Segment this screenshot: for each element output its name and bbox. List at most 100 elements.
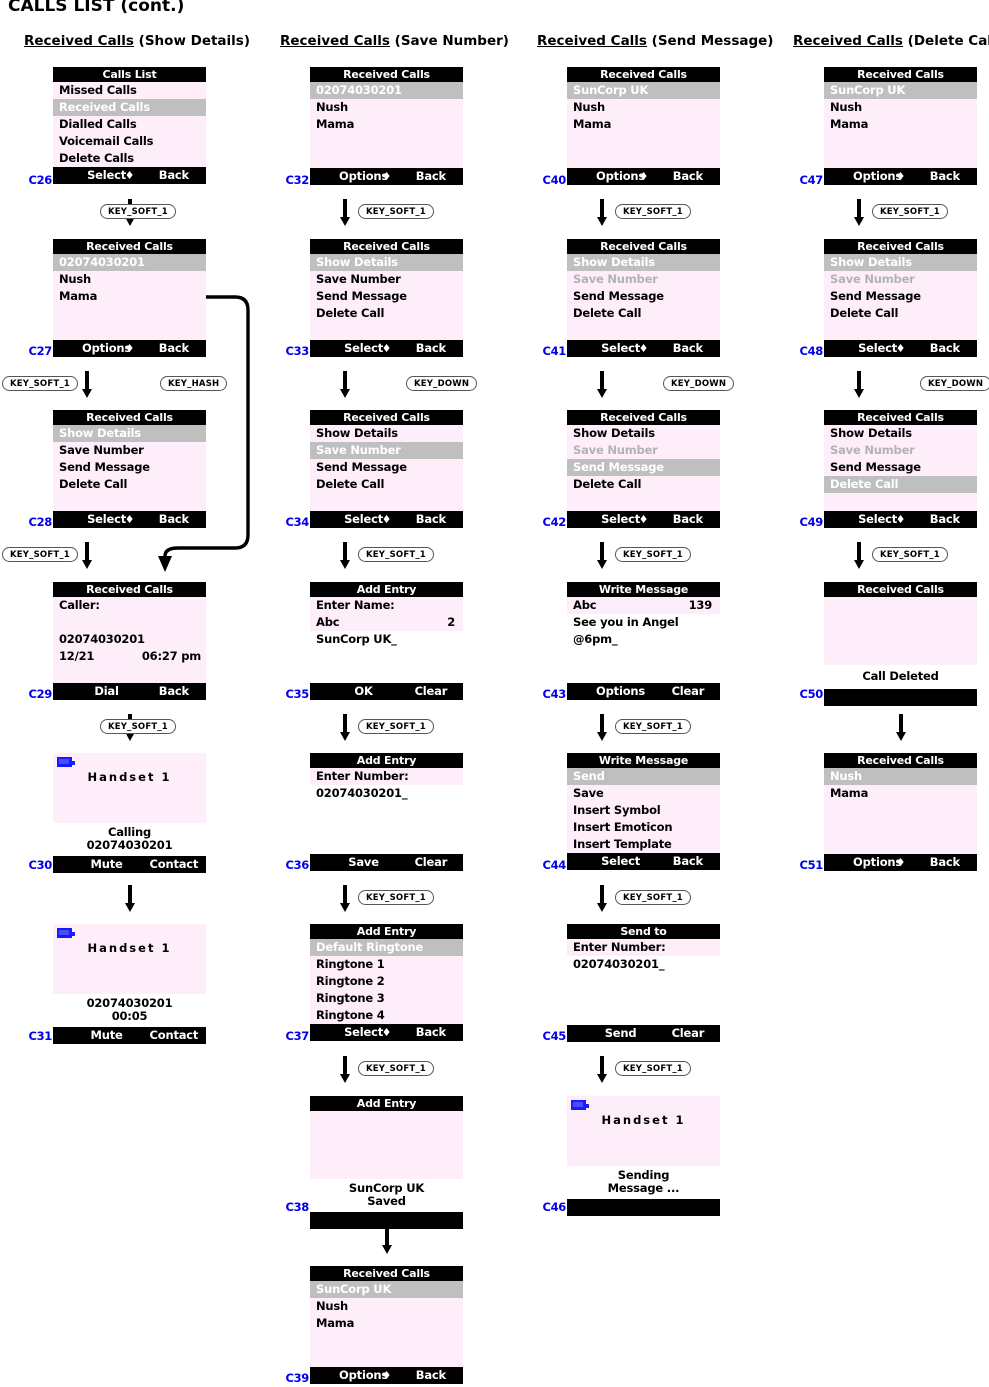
list-item[interactable]: Send Message xyxy=(567,288,720,305)
screen-title: Received Calls xyxy=(310,239,463,254)
screen-code-c36: C36 xyxy=(285,858,309,872)
spacer-row xyxy=(310,802,463,819)
handset-text: Handset xyxy=(87,941,156,955)
screen-title: Received Calls xyxy=(824,67,977,82)
softkey-right[interactable]: Back xyxy=(399,168,463,185)
scroll-diamond-icon: ♦ xyxy=(895,513,906,526)
list-item[interactable]: Delete Call xyxy=(567,476,720,493)
softkey-right[interactable]: Back xyxy=(913,168,977,185)
list-item[interactable]: 02074030201 xyxy=(310,82,463,99)
softkey-right[interactable]: Back xyxy=(142,683,206,700)
list-item[interactable]: Show Details xyxy=(310,254,463,271)
softkey-right[interactable]: Contact xyxy=(142,856,206,873)
list-item[interactable]: Ringtone 2 xyxy=(310,973,463,990)
softkey-right[interactable]: Back xyxy=(913,854,977,871)
list-item[interactable]: Delete Call xyxy=(567,305,720,322)
list-item[interactable]: Send xyxy=(567,768,720,785)
softkey-bar: Send Clear xyxy=(567,1025,720,1042)
list-item[interactable]: Show Details xyxy=(824,254,977,271)
softkey-right[interactable]: Clear xyxy=(656,683,720,700)
screen-code-c38: C38 xyxy=(285,1200,309,1214)
list-item[interactable]: Send Message xyxy=(310,288,463,305)
softkey-right[interactable]: Contact xyxy=(142,1027,206,1044)
screen-c30: Handset 1 Calling 02074030201 Mute Conta… xyxy=(53,753,206,873)
softkey-right[interactable]: Back xyxy=(399,511,463,528)
status-notice: Calling 02074030201 xyxy=(53,823,206,856)
list-item[interactable]: Delete Call xyxy=(824,476,977,493)
softkey-right[interactable]: Clear xyxy=(656,1025,720,1042)
list-item[interactable]: Delete Call xyxy=(310,305,463,322)
list-item[interactable]: Send Message xyxy=(310,459,463,476)
list-item[interactable]: Default Ringtone xyxy=(310,939,463,956)
list-item[interactable]: Save xyxy=(567,785,720,802)
screen-title: Received Calls xyxy=(824,239,977,254)
softkey-right[interactable]: Back xyxy=(656,168,720,185)
list-item[interactable]: Ringtone 1 xyxy=(310,956,463,973)
list-item[interactable]: SunCorp UK xyxy=(310,1281,463,1298)
input-mode-row: Abc 2 xyxy=(310,614,463,631)
number-field[interactable]: 02074030201_ xyxy=(567,956,720,973)
list-item[interactable]: Nush xyxy=(824,99,977,116)
list-item[interactable]: Nush xyxy=(310,99,463,116)
list-item[interactable]: Mama xyxy=(310,1315,463,1332)
list-item[interactable]: Save Number xyxy=(310,442,463,459)
list-item[interactable]: Show Details xyxy=(310,425,463,442)
softkey-right[interactable]: Back xyxy=(656,853,720,870)
softkey-bar: Select ♦ Back xyxy=(310,1024,463,1041)
list-item[interactable]: Delete Call xyxy=(824,305,977,322)
softkey-bar: Mute Contact xyxy=(53,856,206,873)
list-item[interactable]: Mama xyxy=(567,116,720,133)
screen-title: Add Entry xyxy=(310,753,463,768)
softkey-right[interactable]: Back xyxy=(656,340,720,357)
list-item[interactable]: Mama xyxy=(824,785,977,802)
list-item[interactable]: Show Details xyxy=(824,425,977,442)
message-line-2[interactable]: @6pm_ xyxy=(567,631,720,648)
list-item[interactable]: Show Details xyxy=(567,254,720,271)
spacer-row xyxy=(310,648,463,665)
list-item[interactable]: Insert Symbol xyxy=(567,802,720,819)
list-item[interactable]: Nush xyxy=(824,768,977,785)
list-item[interactable]: Nush xyxy=(567,99,720,116)
softkey-right[interactable]: Back xyxy=(399,340,463,357)
list-item[interactable]: Mama xyxy=(824,116,977,133)
scroll-diamond-icon: ♦ xyxy=(381,1369,392,1382)
list-item[interactable]: Save Number xyxy=(310,271,463,288)
list-item[interactable]: SunCorp UK xyxy=(567,82,720,99)
name-field[interactable]: SunCorp UK_ xyxy=(310,631,463,648)
handset-text: Handset xyxy=(601,1113,670,1127)
char-counter: 2 xyxy=(447,615,455,629)
list-item[interactable]: Nush xyxy=(310,1298,463,1315)
list-item[interactable]: Ringtone 4 xyxy=(310,1007,463,1024)
softkey-right[interactable]: Back xyxy=(913,340,977,357)
softkey-right[interactable]: Clear xyxy=(399,683,463,700)
list-item[interactable]: Send Message xyxy=(824,288,977,305)
handset-label: Handset 1 xyxy=(53,770,206,784)
number-field[interactable]: 02074030201_ xyxy=(310,785,463,802)
battery-icon xyxy=(57,928,75,938)
screen-title: Received Calls xyxy=(824,582,977,597)
list-item[interactable]: Ringtone 3 xyxy=(310,990,463,1007)
list-item[interactable]: Insert Emoticon xyxy=(567,819,720,836)
spacer-row xyxy=(310,665,463,682)
screen-code-c49: C49 xyxy=(799,515,823,529)
list-item[interactable]: Send Message xyxy=(824,459,977,476)
list-item[interactable]: Show Details xyxy=(567,425,720,442)
list-item[interactable]: Delete Call xyxy=(310,476,463,493)
list-item[interactable]: SunCorp UK xyxy=(824,82,977,99)
key-label: KEY_SOFT_1 xyxy=(358,204,434,219)
softkey-right[interactable]: Clear xyxy=(399,854,463,871)
softkey-right[interactable]: Back xyxy=(399,1024,463,1041)
screen-body xyxy=(310,1111,463,1179)
list-item[interactable]: Insert Template xyxy=(567,836,720,853)
list-item[interactable]: Mama xyxy=(310,116,463,133)
softkey-right[interactable]: Back xyxy=(399,1367,463,1384)
notice-line-2: 02074030201 xyxy=(86,838,173,852)
softkey-bar xyxy=(567,1199,720,1216)
message-line-1[interactable]: See you in Angel xyxy=(567,614,720,631)
list-item[interactable]: Send Message xyxy=(567,459,720,476)
scroll-diamond-icon: ♦ xyxy=(381,513,392,526)
softkey-right[interactable]: Back xyxy=(913,511,977,528)
screen-c41: Received Calls Show Details Save Number … xyxy=(567,239,720,357)
softkey-right[interactable]: Back xyxy=(656,511,720,528)
notice-line-1: Call Deleted xyxy=(862,669,939,683)
